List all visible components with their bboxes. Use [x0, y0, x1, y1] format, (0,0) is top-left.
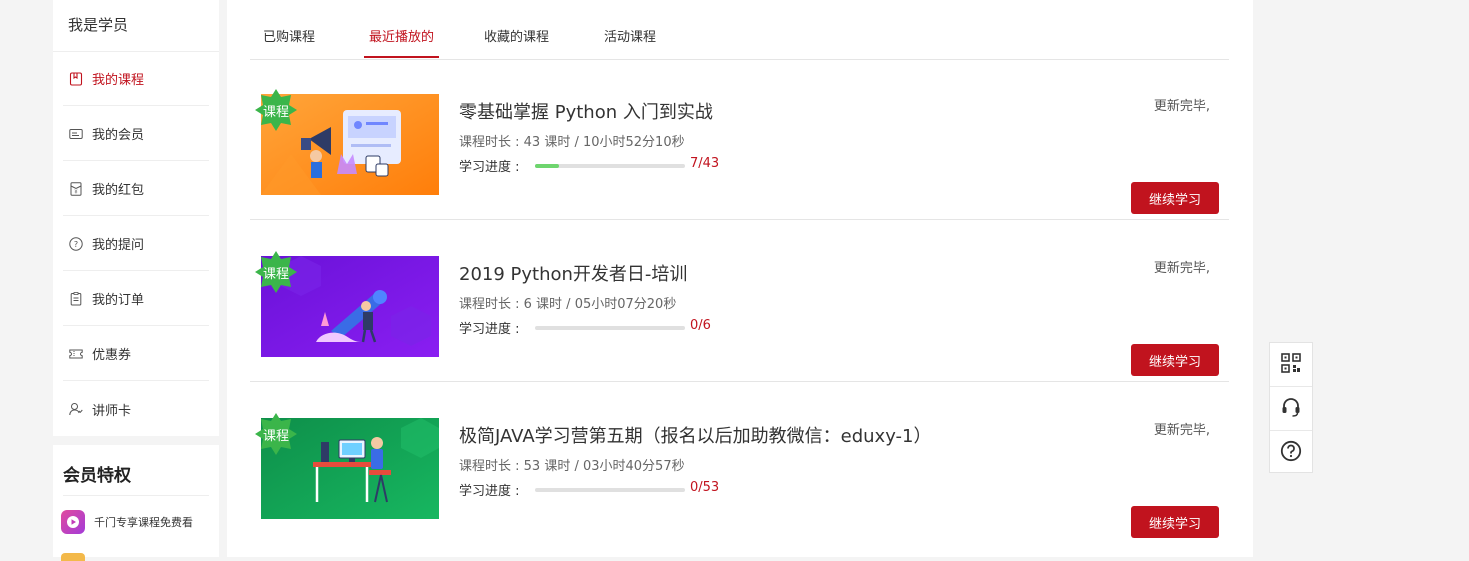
course-item: 课程 零基础掌握 Python 入门到实战 课程时长 : 43 课时 / 10小… — [250, 58, 1229, 220]
update-status: 更新完毕, — [1153, 99, 1210, 114]
customer-service-button[interactable] — [1270, 387, 1312, 430]
course-title[interactable]: 极简JAVA学习营第五期（报名以后加助教微信：eduxy-1） — [459, 422, 931, 448]
progress-bar — [535, 326, 685, 330]
coupon-icon — [69, 347, 83, 361]
sidebar-item-label: 讲师卡 — [92, 403, 132, 419]
progress-bar — [535, 488, 685, 492]
bookmark-icon — [69, 71, 83, 86]
course-tag: 课程 — [255, 251, 297, 293]
sidebar-item-label: 优惠券 — [92, 348, 132, 363]
progress-label: 学习进度 : — [459, 160, 520, 175]
progress-bar — [535, 164, 685, 168]
svg-text:¥: ¥ — [74, 189, 77, 195]
tab-recently-played[interactable]: 最近播放的 — [364, 26, 440, 58]
continue-learning-button[interactable]: 继续学习 — [1131, 344, 1219, 376]
order-icon — [69, 291, 83, 306]
headset-icon — [1280, 396, 1302, 422]
progress-count: 0/53 — [690, 480, 720, 495]
progress-label: 学习进度 : — [459, 322, 520, 337]
sidebar-item-coupons[interactable]: 优惠券 — [63, 327, 209, 381]
tab-activity[interactable]: 活动课程 — [604, 26, 656, 58]
update-status: 更新完毕, — [1153, 261, 1210, 276]
help-icon — [1280, 440, 1302, 466]
member-card-icon — [69, 127, 83, 141]
vip-title: 会员特权 — [63, 466, 131, 486]
course-tabs: 已购课程 最近播放的 收藏的课程 活动课程 — [250, 0, 1229, 60]
sidebar-title: 我是学员 — [68, 16, 129, 34]
tab-favorites[interactable]: 收藏的课程 — [484, 26, 549, 58]
lecturer-icon — [69, 402, 83, 416]
course-duration: 课程时长 : 53 课时 / 03小时40分57秒 — [459, 459, 685, 474]
continue-learning-button[interactable]: 继续学习 — [1131, 182, 1219, 214]
vip-privileges-panel: 会员特权 千门专享课程免费看 — [53, 445, 219, 561]
course-tag: 课程 — [255, 413, 297, 455]
progress-count: 7/43 — [690, 156, 720, 171]
question-icon: ? — [69, 236, 83, 251]
help-button[interactable] — [1270, 431, 1312, 474]
divider — [63, 495, 209, 496]
sidebar: 我是学员 我的课程 我的会员 ¥ 我的红包 ? 我的提问 我的订单 优惠券 讲师… — [53, 0, 219, 436]
red-packet-icon: ¥ — [69, 181, 83, 196]
sidebar-item-my-questions[interactable]: ? 我的提问 — [63, 217, 209, 271]
progress-fill — [535, 164, 560, 168]
course-title[interactable]: 2019 Python开发者日-培训 — [459, 260, 687, 286]
update-status: 更新完毕, — [1153, 423, 1210, 438]
vip-item-label: 千门专享课程免费看 — [94, 516, 193, 529]
sidebar-item-my-courses[interactable]: 我的课程 — [63, 52, 209, 106]
progress-label: 学习进度 : — [459, 484, 520, 499]
course-tag: 课程 — [255, 89, 297, 131]
course-title[interactable]: 零基础掌握 Python 入门到实战 — [459, 98, 713, 124]
sidebar-item-my-red-packet[interactable]: ¥ 我的红包 — [63, 162, 209, 216]
course-duration: 课程时长 : 6 课时 / 05小时07分20秒 — [459, 297, 677, 312]
tab-purchased[interactable]: 已购课程 — [263, 26, 315, 58]
course-item: 课程 2019 Python开发者日-培训 课程时长 : 6 课时 / 05小时… — [250, 220, 1229, 382]
play-icon — [61, 510, 85, 534]
progress-count: 0/6 — [690, 318, 711, 333]
qrcode-icon — [1281, 352, 1301, 377]
qrcode-button[interactable] — [1270, 343, 1312, 386]
vip-item-icon-partial — [61, 553, 85, 561]
main-panel: 已购课程 最近播放的 收藏的课程 活动课程 课程 零基础掌握 Python 入门… — [227, 0, 1253, 557]
sidebar-item-label: 我的订单 — [92, 293, 145, 308]
course-item: 课程 极简JAVA学习营第五期（报名以后加助教微信：eduxy-1） 课程时长 … — [250, 382, 1229, 544]
sidebar-item-label: 我的红包 — [92, 183, 145, 198]
continue-learning-button[interactable]: 继续学习 — [1131, 506, 1219, 538]
sidebar-item-label: 我的课程 — [92, 73, 145, 88]
course-duration: 课程时长 : 43 课时 / 10小时52分10秒 — [459, 135, 685, 150]
sidebar-item-my-orders[interactable]: 我的订单 — [63, 272, 209, 326]
floating-toolbar — [1269, 342, 1313, 473]
sidebar-item-label: 我的提问 — [92, 238, 145, 253]
vip-item[interactable]: 千门专享课程免费看 — [61, 510, 193, 534]
sidebar-item-lecturer-card[interactable]: 讲师卡 — [63, 382, 209, 436]
sidebar-item-my-membership[interactable]: 我的会员 — [63, 107, 209, 161]
sidebar-item-label: 我的会员 — [92, 128, 145, 143]
svg-text:?: ? — [74, 240, 78, 249]
